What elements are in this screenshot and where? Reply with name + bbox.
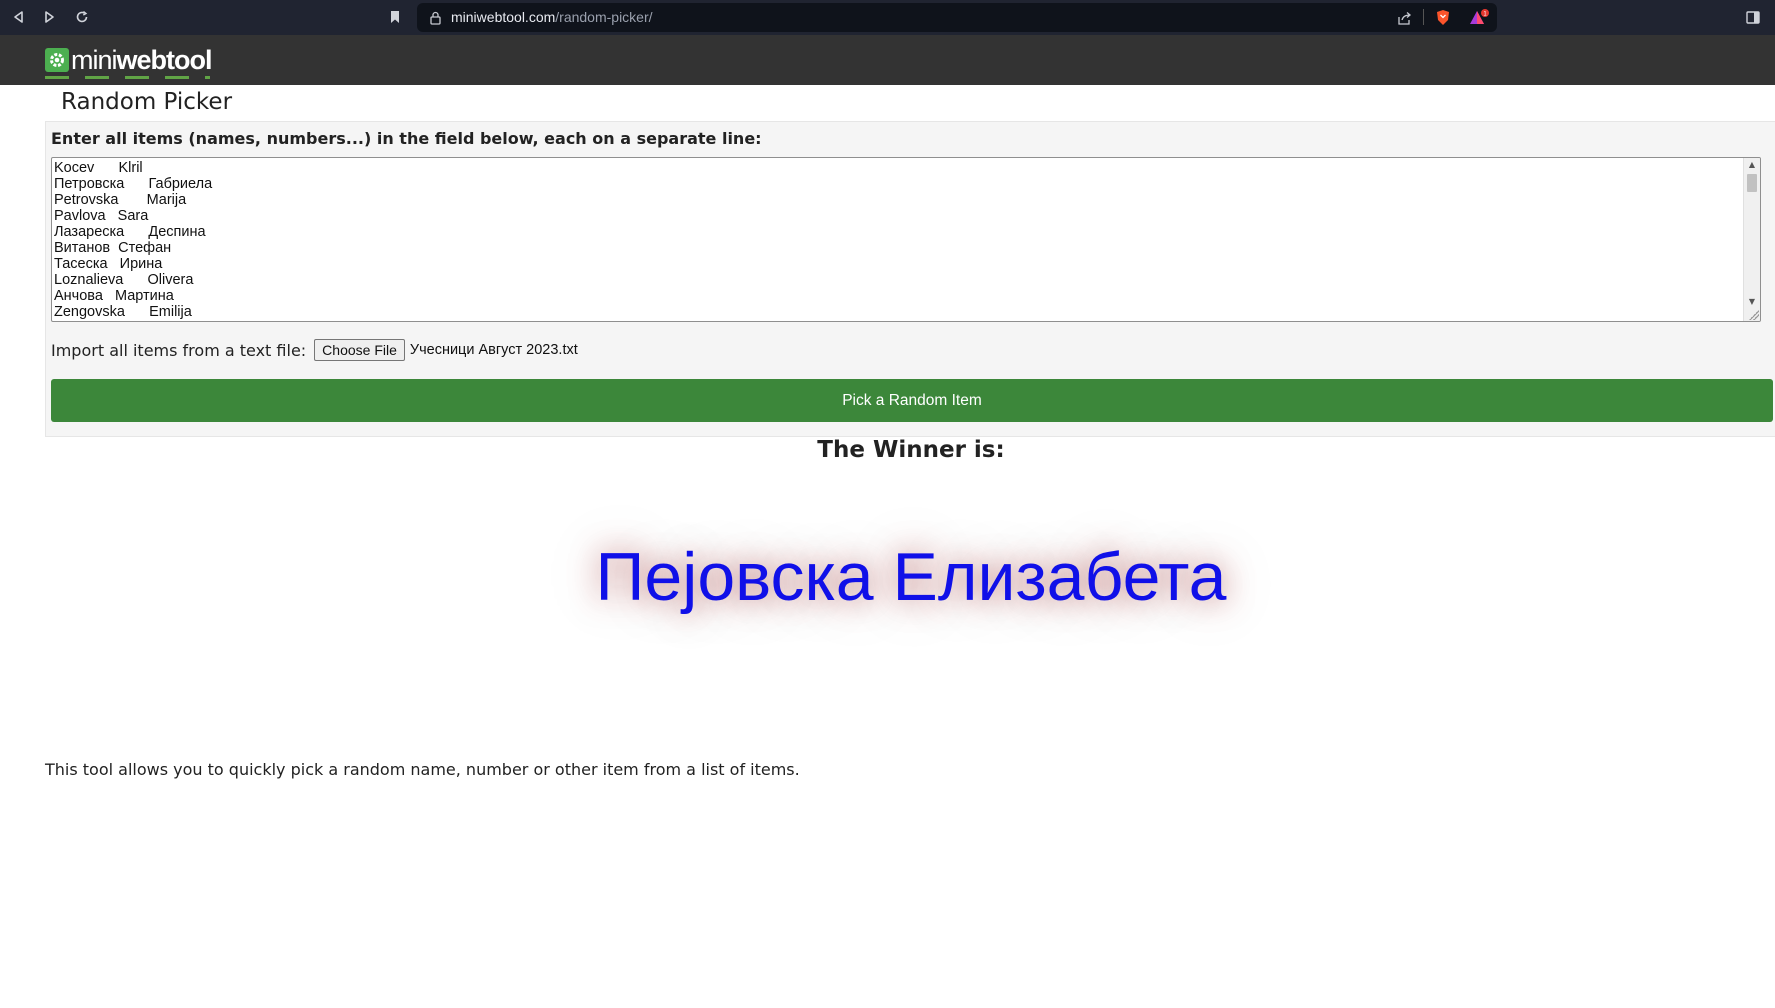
import-row: Import all items from a text file: Choos… xyxy=(51,339,578,361)
brave-shield-icon[interactable] xyxy=(1435,9,1451,30)
scroll-up-arrow-icon[interactable]: ▲ xyxy=(1747,160,1757,170)
items-list: Kocev Klril Петровска Габриела Petrovska… xyxy=(54,160,212,320)
url-text: miniwebtool.com/random-picker/ xyxy=(451,9,653,25)
picker-form-panel: Enter all items (names, numbers...) in t… xyxy=(45,121,1775,437)
url-domain: miniwebtool.com xyxy=(451,9,556,25)
bookmark-icon[interactable] xyxy=(385,7,405,27)
list-item: Zengovska Emilija xyxy=(54,304,192,320)
share-icon[interactable] xyxy=(1397,10,1412,29)
logo-text: miniwebtool xyxy=(71,44,213,75)
resize-handle-icon[interactable] xyxy=(1749,310,1759,320)
logo-text-light: mini xyxy=(71,44,118,75)
page-title: Random Picker xyxy=(61,89,233,115)
list-item: Лазареска Деспина xyxy=(54,224,206,240)
forward-icon[interactable] xyxy=(39,7,59,27)
selected-file-name: Учесници Август 2023.txt xyxy=(409,342,578,358)
browser-toolbar: miniwebtool.com/random-picker/ 1 xyxy=(0,0,1775,35)
address-bar[interactable]: miniwebtool.com/random-picker/ 1 xyxy=(417,3,1497,32)
pick-random-item-button[interactable]: Pick a Random Item xyxy=(51,379,1773,422)
gear-icon xyxy=(45,48,69,72)
choose-file-button[interactable]: Choose File xyxy=(314,339,405,361)
winner-name: Пејовска Елизабета xyxy=(595,539,1227,615)
back-icon[interactable] xyxy=(9,7,29,27)
site-logo[interactable]: miniwebtool xyxy=(45,43,213,77)
site-header: miniwebtool xyxy=(0,35,1775,85)
divider xyxy=(1423,9,1424,25)
scroll-down-arrow-icon[interactable]: ▼ xyxy=(1747,297,1757,307)
list-item: Pavlova Sara xyxy=(54,208,149,224)
reload-icon[interactable] xyxy=(72,7,92,27)
list-item: Kocev Klril xyxy=(54,160,143,176)
list-item: Тасеска Ирина xyxy=(54,256,163,272)
list-item: Петровска Габриела xyxy=(54,176,213,192)
brave-rewards-icon[interactable]: 1 xyxy=(1469,9,1489,30)
list-item: Loznalieva Olivera xyxy=(54,272,194,288)
list-item: Анчова Мартина xyxy=(54,288,174,304)
instructions-label: Enter all items (names, numbers...) in t… xyxy=(51,129,762,148)
logo-underline xyxy=(45,76,210,79)
items-textarea[interactable]: Kocev Klril Петровска Габриела Petrovska… xyxy=(51,157,1761,322)
lock-icon xyxy=(430,10,441,29)
import-label: Import all items from a text file: xyxy=(51,340,307,360)
logo-text-bold: webtool xyxy=(116,44,213,75)
url-path: /random-picker/ xyxy=(555,9,653,25)
scrollbar-thumb[interactable] xyxy=(1747,174,1757,192)
sidebar-toggle-icon[interactable] xyxy=(1743,7,1763,27)
list-item: Petrovska Marija xyxy=(54,192,187,208)
list-item: Витанов Стефан xyxy=(54,240,172,256)
winner-heading: The Winner is: xyxy=(817,437,1005,463)
textarea-scrollbar[interactable]: ▲ ▼ xyxy=(1743,158,1760,321)
tool-description: This tool allows you to quickly pick a r… xyxy=(45,760,800,779)
